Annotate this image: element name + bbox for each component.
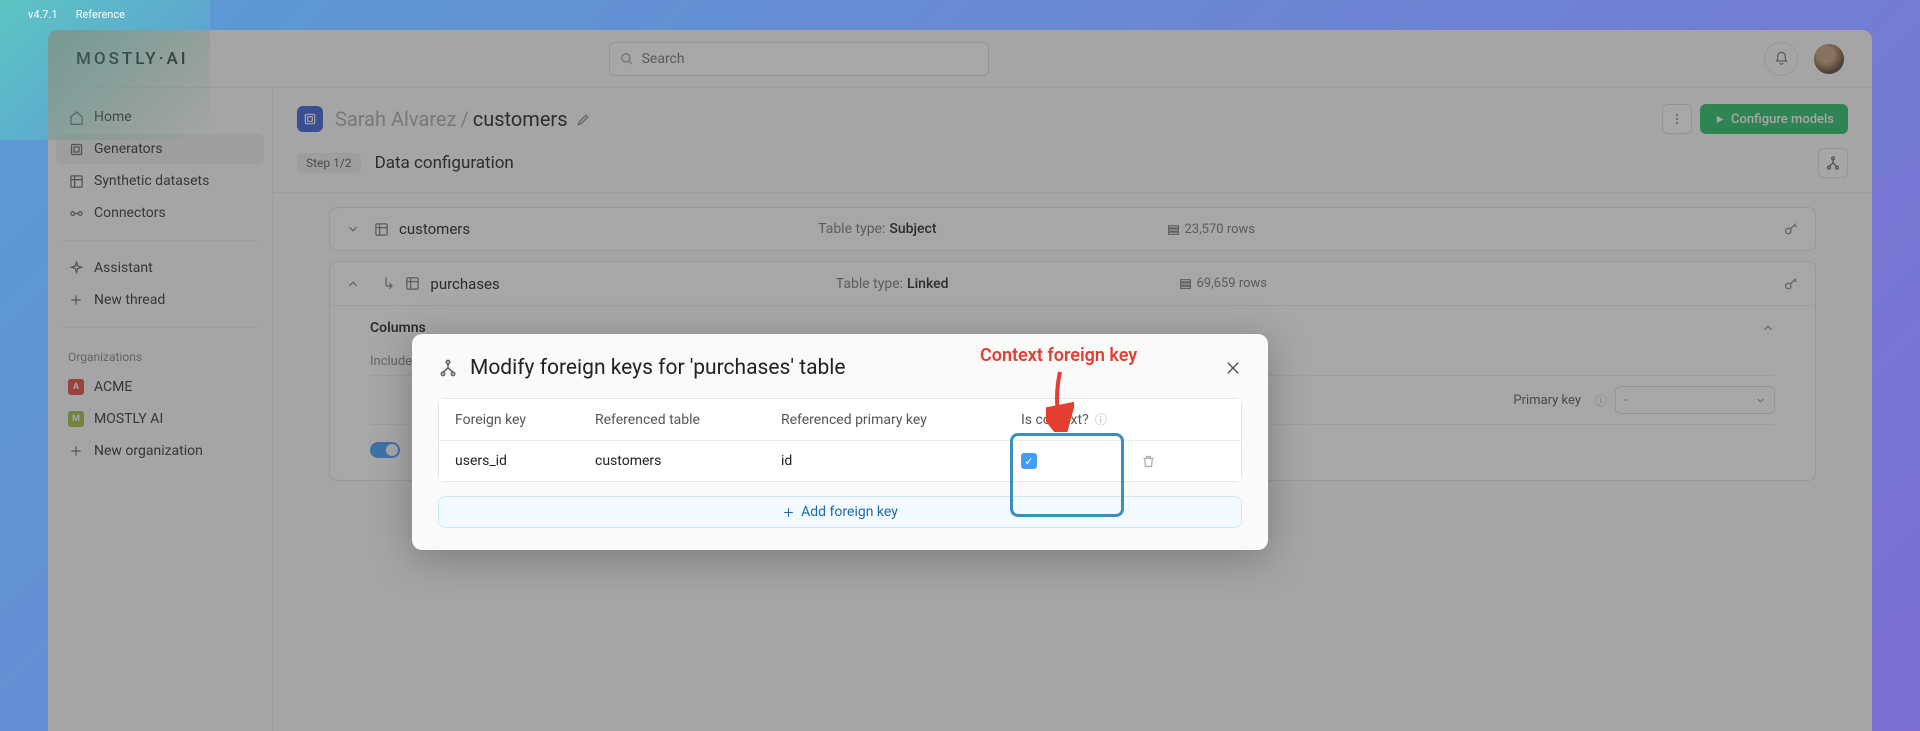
is-context-checkbox[interactable]: ✓	[1021, 453, 1037, 469]
delete-fk-button[interactable]	[1141, 454, 1201, 469]
callout-label: Context foreign key	[980, 345, 1137, 366]
modal-title: Modify foreign keys for 'purchases' tabl…	[470, 356, 846, 380]
fk-header-foreign-key: Foreign key	[455, 412, 595, 428]
button-label: Add foreign key	[801, 504, 898, 520]
close-button[interactable]	[1224, 359, 1242, 377]
fk-cell-foreign-key: users_id	[455, 453, 595, 469]
plus-icon	[782, 506, 795, 519]
callout-arrow-icon	[1046, 370, 1074, 432]
fk-header-referenced-pk: Referenced primary key	[781, 412, 1021, 428]
fk-cell-referenced-pk: id	[781, 453, 1021, 469]
reference-link[interactable]: Reference	[76, 8, 125, 21]
version-label: v4.7.1	[28, 8, 58, 21]
fk-header-is-context: Is context?ⓘ	[1021, 411, 1141, 428]
hierarchy-icon	[438, 358, 458, 378]
fk-cell-referenced-table: customers	[595, 453, 781, 469]
add-foreign-key-button[interactable]: Add foreign key	[438, 496, 1242, 528]
info-icon[interactable]: ⓘ	[1095, 413, 1107, 427]
foreign-keys-modal: Modify foreign keys for 'purchases' tabl…	[412, 334, 1268, 550]
fk-header-referenced-table: Referenced table	[595, 412, 781, 428]
